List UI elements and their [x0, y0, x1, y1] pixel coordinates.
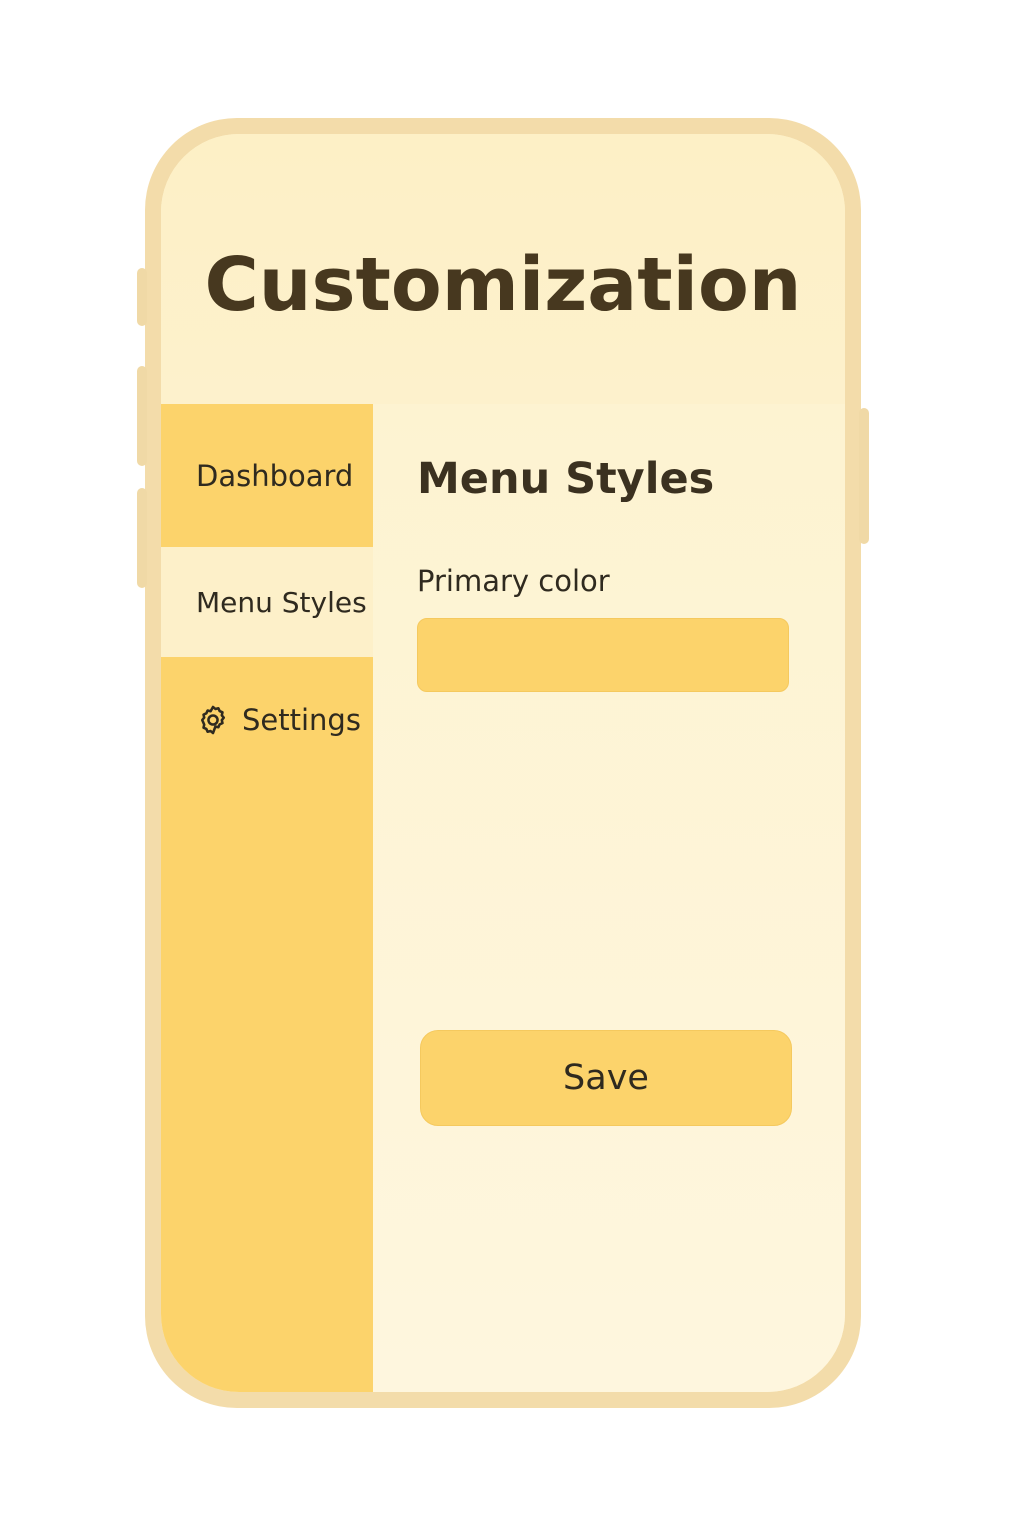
save-button[interactable]: Save: [420, 1030, 792, 1126]
page-title: Customization: [204, 242, 802, 328]
phone-side-button: [137, 488, 147, 588]
primary-color-input[interactable]: [417, 618, 789, 692]
gear-icon: [196, 703, 230, 737]
phone-frame: Customization Dashboard Menu Styles Sett…: [137, 118, 869, 1408]
sidebar: Dashboard Menu Styles Settings: [161, 404, 373, 1392]
sidebar-item-settings[interactable]: Settings: [161, 657, 373, 782]
app-header: Customization: [161, 134, 845, 404]
sidebar-item-menu-styles[interactable]: Menu Styles: [161, 547, 373, 657]
primary-color-label: Primary color: [417, 564, 610, 598]
section-title: Menu Styles: [417, 454, 715, 504]
app-screen: Customization Dashboard Menu Styles Sett…: [161, 134, 845, 1392]
phone-side-button: [859, 408, 869, 544]
phone-side-button: [137, 366, 147, 466]
sidebar-item-dashboard[interactable]: Dashboard: [161, 404, 373, 547]
sidebar-item-label: Menu Styles: [196, 585, 367, 619]
sidebar-item-label: Settings: [242, 702, 361, 737]
main-content: Menu Styles Primary color Save: [373, 404, 845, 1392]
sidebar-item-label: Dashboard: [196, 458, 354, 493]
phone-side-button: [137, 268, 147, 326]
